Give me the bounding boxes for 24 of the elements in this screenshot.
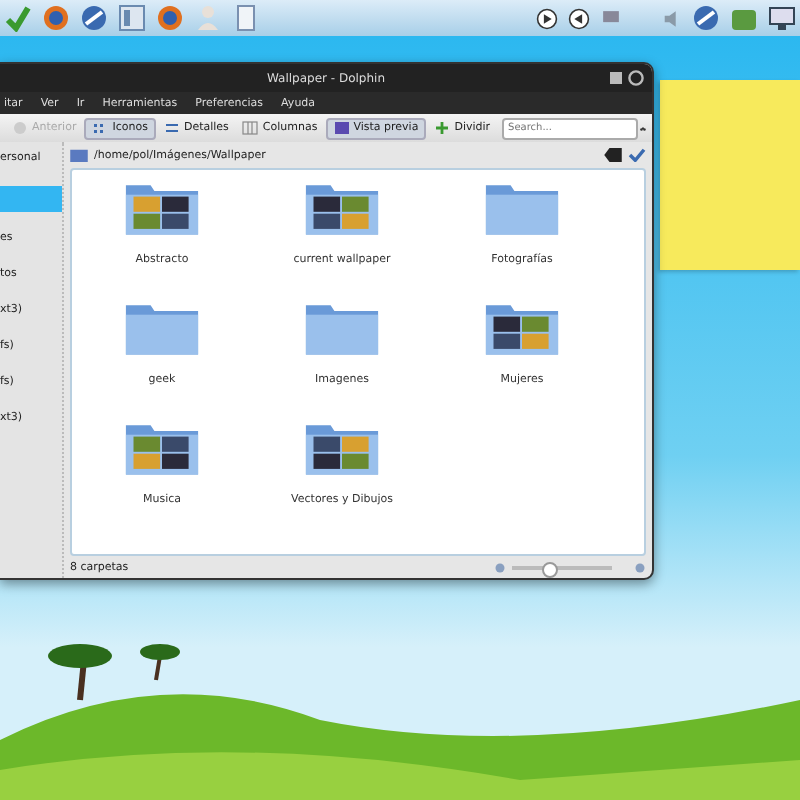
circle-icon [12, 120, 28, 136]
folder-icon[interactable] [70, 148, 88, 162]
columns-icon [242, 120, 259, 136]
list-icon [163, 120, 180, 136]
globe-icon[interactable] [692, 4, 720, 32]
play-icon[interactable] [536, 7, 558, 29]
globe-icon[interactable] [42, 4, 70, 32]
globe-icon[interactable] [80, 4, 108, 32]
minimize-button[interactable] [608, 70, 624, 86]
picture-icon [333, 120, 350, 136]
zoom-out-icon[interactable] [494, 561, 506, 573]
checkmark-icon[interactable] [628, 148, 646, 162]
zoom-slider-thumb[interactable] [541, 561, 557, 577]
clear-icon[interactable] [604, 148, 622, 162]
check-icon[interactable] [4, 4, 32, 32]
plus-icon [434, 120, 451, 136]
globe-icon[interactable] [156, 4, 184, 32]
window-icon[interactable] [118, 4, 146, 32]
rewind-icon[interactable] [568, 7, 590, 29]
document-icon[interactable] [232, 4, 260, 32]
grid-icon [92, 120, 109, 136]
zoom-in-icon[interactable] [634, 561, 646, 573]
speaker-icon[interactable] [660, 7, 682, 29]
close-button[interactable] [628, 70, 644, 86]
